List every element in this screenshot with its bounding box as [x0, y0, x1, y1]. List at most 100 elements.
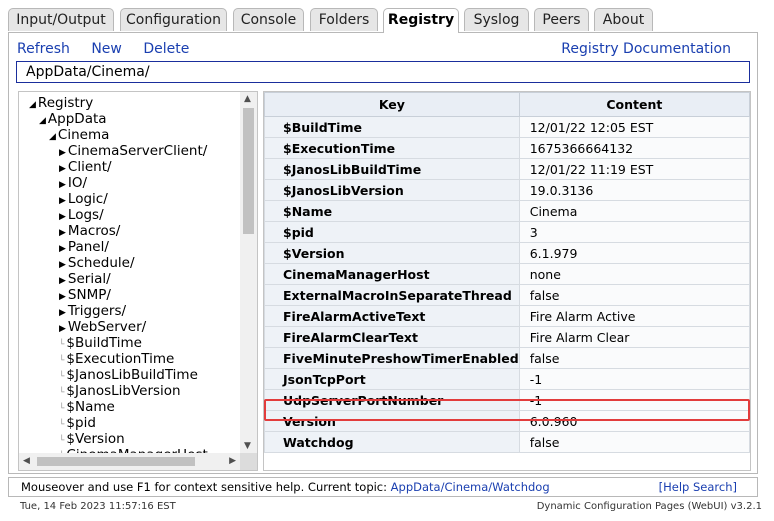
registry-path-input[interactable]: AppData/Cinema/	[16, 61, 750, 83]
row-key[interactable]: CinemaManagerHost	[264, 263, 520, 285]
delete-link[interactable]: Delete	[143, 41, 189, 57]
expand-arrow-icon[interactable]: ▶	[59, 308, 66, 318]
row-key[interactable]: JsonTcpPort	[264, 368, 520, 390]
expand-arrow-icon[interactable]: ▶	[59, 276, 66, 286]
row-key[interactable]: Version	[264, 410, 520, 432]
expand-arrow-icon[interactable]: ▶	[59, 196, 66, 206]
refresh-link[interactable]: Refresh	[17, 41, 70, 57]
row-key[interactable]: $pid	[264, 221, 520, 243]
leaf-connector-icon: └	[59, 388, 65, 398]
tab-console[interactable]: Console	[233, 8, 304, 31]
table-row[interactable]: $Name Cinema	[264, 200, 750, 222]
row-key[interactable]: ExternalMacroInSeparateThread	[264, 284, 520, 306]
row-key[interactable]: $ExecutionTime	[264, 137, 520, 159]
table-row[interactable]: $JanosLibVersion 19.0.3136	[264, 179, 750, 201]
scroll-left-icon[interactable]: ◀	[23, 456, 30, 466]
row-content[interactable]: 6.0.960	[518, 410, 750, 432]
row-content[interactable]: false	[518, 284, 750, 306]
row-content[interactable]: -1	[518, 368, 750, 390]
key-column-header[interactable]: Key	[264, 92, 520, 117]
row-content[interactable]: false	[518, 347, 750, 369]
tree-node-label: $JanosLibVersion	[66, 383, 181, 399]
table-row[interactable]: FiveMinutePreshowTimerEnabled false	[264, 347, 750, 369]
row-content[interactable]: false	[518, 431, 750, 453]
row-content[interactable]: 19.0.3136	[518, 179, 750, 201]
tab-configuration[interactable]: Configuration	[120, 8, 227, 31]
tab-peers[interactable]: Peers	[534, 8, 589, 31]
tree-vertical-scrollbar[interactable]: ▲ ▼	[240, 92, 257, 453]
row-content[interactable]: 1675366664132	[518, 137, 750, 159]
table-row[interactable]: FireAlarmActiveText Fire Alarm Active	[264, 305, 750, 327]
expand-arrow-icon[interactable]: ▶	[59, 212, 66, 222]
tab-about[interactable]: About	[594, 8, 653, 31]
collapse-arrow-icon[interactable]: ◢	[49, 132, 56, 142]
tab-syslog[interactable]: Syslog	[464, 8, 529, 31]
tab-folders[interactable]: Folders	[310, 8, 378, 31]
row-content[interactable]: -1	[518, 389, 750, 411]
table-row[interactable]: Version 6.0.960	[264, 410, 750, 432]
row-key[interactable]: $Version	[264, 242, 520, 264]
table-row[interactable]: $Version 6.1.979	[264, 242, 750, 264]
scroll-up-icon[interactable]: ▲	[244, 94, 251, 104]
row-key[interactable]: $JanosLibVersion	[264, 179, 520, 201]
tab-registry[interactable]: Registry	[383, 8, 459, 33]
expand-arrow-icon[interactable]: ▶	[59, 180, 66, 190]
tab-input-output[interactable]: Input/Output	[8, 8, 114, 31]
tree-node-label: Macros/	[67, 223, 121, 239]
row-content[interactable]: 3	[518, 221, 750, 243]
tree-horizontal-scrollbar[interactable]: ◀ ▶	[19, 453, 240, 470]
row-key[interactable]: $BuildTime	[264, 116, 520, 138]
table-row[interactable]: Watchdog false	[264, 431, 750, 453]
content-column-header[interactable]: Content	[518, 92, 750, 117]
expand-arrow-icon[interactable]: ▶	[59, 260, 66, 270]
tree-node-label: Panel/	[67, 239, 109, 255]
table-row[interactable]: $JanosLibBuildTime 12/01/22 11:19 EST	[264, 158, 750, 180]
table-row[interactable]: $ExecutionTime 1675366664132	[264, 137, 750, 159]
table-row[interactable]: $pid 3	[264, 221, 750, 243]
registry-documentation-link[interactable]: Registry Documentation	[561, 41, 731, 57]
tree-node-label: WebServer/	[67, 319, 147, 335]
new-link[interactable]: New	[91, 41, 122, 57]
tree-vertical-scroll-thumb[interactable]	[243, 108, 254, 234]
table-row[interactable]: ExternalMacroInSeparateThread false	[264, 284, 750, 306]
row-key[interactable]: Watchdog	[264, 431, 520, 453]
tree-node-label: AppData	[47, 111, 107, 127]
scroll-down-icon[interactable]: ▼	[244, 441, 251, 451]
row-content[interactable]: Fire Alarm Clear	[518, 326, 750, 348]
leaf-connector-icon: └	[59, 404, 65, 414]
row-content[interactable]: none	[518, 263, 750, 285]
leaf-connector-icon: └	[59, 340, 65, 350]
table-row[interactable]: UdpServerPortNumber -1	[264, 389, 750, 411]
expand-arrow-icon[interactable]: ▶	[59, 148, 66, 158]
table-row[interactable]: FireAlarmClearText Fire Alarm Clear	[264, 326, 750, 348]
collapse-arrow-icon[interactable]: ◢	[39, 116, 46, 126]
row-content[interactable]: Cinema	[518, 200, 750, 222]
row-key[interactable]: FiveMinutePreshowTimerEnabled	[264, 347, 520, 369]
help-search-link[interactable]: [Help Search]	[659, 478, 737, 496]
help-topic-link[interactable]: AppData/Cinema/Watchdog	[391, 480, 550, 494]
table-row[interactable]: CinemaManagerHost none	[264, 263, 750, 285]
expand-arrow-icon[interactable]: ▶	[59, 324, 66, 334]
tree-node-label: $pid	[66, 415, 96, 431]
tree-horizontal-scroll-thumb[interactable]	[37, 457, 195, 466]
expand-arrow-icon[interactable]: ▶	[59, 164, 66, 174]
expand-arrow-icon[interactable]: ▶	[59, 244, 66, 254]
table-row[interactable]: $BuildTime 12/01/22 12:05 EST	[264, 116, 750, 138]
scroll-right-icon[interactable]: ▶	[229, 456, 236, 466]
row-content[interactable]: Fire Alarm Active	[518, 305, 750, 327]
row-key[interactable]: UdpServerPortNumber	[264, 389, 520, 411]
row-content[interactable]: 6.1.979	[518, 242, 750, 264]
status-datetime: Tue, 14 Feb 2023 11:57:16 EST	[20, 501, 176, 512]
tree-node-label: Logic/	[67, 191, 108, 207]
leaf-connector-icon: └	[59, 356, 65, 366]
row-content[interactable]: 12/01/22 12:05 EST	[518, 116, 750, 138]
row-key[interactable]: $Name	[264, 200, 520, 222]
collapse-arrow-icon[interactable]: ◢	[29, 100, 36, 110]
row-content[interactable]: 12/01/22 11:19 EST	[518, 158, 750, 180]
row-key[interactable]: FireAlarmActiveText	[264, 305, 520, 327]
expand-arrow-icon[interactable]: ▶	[59, 228, 66, 238]
table-row[interactable]: JsonTcpPort -1	[264, 368, 750, 390]
row-key[interactable]: $JanosLibBuildTime	[264, 158, 520, 180]
row-key[interactable]: FireAlarmClearText	[264, 326, 520, 348]
expand-arrow-icon[interactable]: ▶	[59, 292, 66, 302]
